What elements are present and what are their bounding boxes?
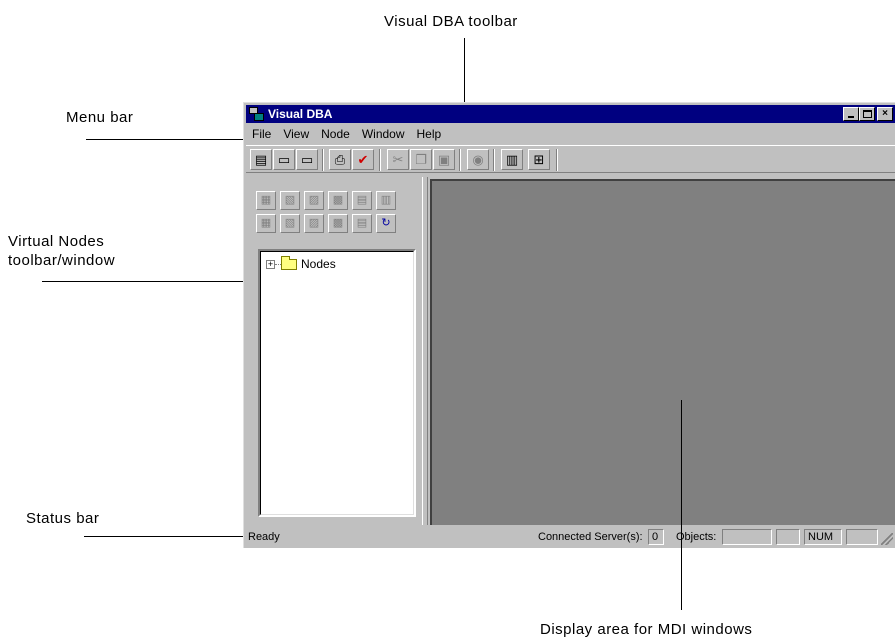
refresh-node-button[interactable]: ▩ [328,214,348,233]
drop-node-button[interactable]: ▨ [304,191,324,210]
maximize-button[interactable] [859,107,875,121]
copy-icon: ❐ [415,152,427,167]
toolbar-separator [493,149,495,171]
menu-bar: File View Node Window Help [246,125,895,143]
save-button[interactable]: ▭ [296,149,318,170]
force-refresh-button[interactable]: ▤ [352,214,372,233]
window-icon: ▥ [505,152,519,167]
connected-servers-value: 0 [648,529,664,545]
find-button[interactable]: ◉ [467,149,489,170]
resize-grip-icon[interactable] [881,533,893,545]
toolbar-separator [379,149,381,171]
print-button[interactable]: ⎙ [329,149,351,170]
new-button[interactable]: ▤ [250,149,272,170]
tree-item-label: Nodes [301,257,336,271]
connect-button[interactable]: ▩ [328,191,348,210]
tile-button[interactable]: ⊞ [528,149,550,170]
connect-icon: ▩ [332,194,344,206]
menu-file[interactable]: File [246,125,277,143]
pane-splitter[interactable] [422,177,428,525]
ipm-icon: ▦ [260,217,272,229]
save-icon: ▭ [300,152,314,167]
close-button[interactable]: × [877,107,893,121]
add-node-icon: ▦ [260,194,272,206]
monitor-button[interactable]: ▥ [376,191,396,210]
paste-button[interactable]: ▣ [433,149,455,170]
refresh-node-icon: ▩ [332,217,344,229]
new-icon: ▤ [254,152,268,167]
menu-node[interactable]: Node [315,125,356,143]
app-icon[interactable] [249,107,264,121]
find-icon: ◉ [472,152,484,167]
check-button[interactable]: ✔ [352,149,374,170]
maximize-icon [863,110,872,118]
objects-label: Objects: [676,531,717,543]
expand-icon[interactable]: + [266,259,275,269]
virtual-nodes-callout-line1: Virtual Nodes [8,233,105,250]
folder-icon [281,255,297,270]
query-button[interactable]: ▨ [304,214,324,233]
open-icon: ▭ [277,152,291,167]
paste-icon: ▣ [437,152,451,167]
sql-button[interactable]: ▤ [352,191,372,210]
ipm-button[interactable]: ▦ [256,214,276,233]
copy-button[interactable]: ❐ [410,149,432,170]
display-area-callout: Display area for MDI windows [540,621,753,638]
sql-icon: ▤ [356,194,368,206]
toolbar-separator [556,149,558,171]
visual-dba-toolbar-callout: Visual DBA toolbar [384,13,518,30]
menu-window[interactable]: Window [356,125,411,143]
dom-button[interactable]: ▧ [280,214,300,233]
display-area-leader [681,400,682,610]
refresh-button[interactable]: ↻ [376,214,396,233]
status-bar-leader [84,536,246,537]
menu-bar-leader [86,139,246,140]
cut-icon: ✂ [392,152,404,167]
status-bar: Ready Connected Server(s): 0 Objects: NU… [246,527,895,547]
toolbar-separator [459,149,461,171]
mdi-display-area[interactable] [430,179,895,525]
menu-view[interactable]: View [277,125,315,143]
tree-item-nodes[interactable]: + Nodes [266,255,336,271]
status-field-blank-2 [846,529,878,545]
dom-icon: ▧ [284,217,296,229]
visual-dba-window: Visual DBA × File View Node Window Help … [243,102,895,548]
status-bar-callout: Status bar [26,510,100,527]
refresh-icon: ↻ [381,217,391,229]
alter-node-button[interactable]: ▧ [280,191,300,210]
query-icon: ▨ [308,217,320,229]
nodes-tree[interactable]: + Nodes [258,249,416,517]
title-bar[interactable]: Visual DBA × [246,105,895,123]
menu-bar-callout: Menu bar [66,109,134,126]
print-icon: ⎙ [334,152,346,167]
virtual-nodes-callout-line2: toolbar/window [8,252,116,269]
window-title: Visual DBA [268,107,333,121]
drop-node-icon: ▨ [308,194,320,206]
check-icon: ✔ [357,152,369,167]
virtual-nodes-window: ▦ ▧ ▨ ▩ ▤ ▥ ▦ ▧ ▨ ▩ ▤ ↻ + Nodes [246,177,421,525]
toolbar-separator [322,149,324,171]
objects-value [722,529,772,545]
status-text: Ready [248,531,280,543]
window-button[interactable]: ▥ [501,149,523,170]
cut-button[interactable]: ✂ [387,149,409,170]
connected-servers-label: Connected Server(s): [538,531,643,543]
tile-icon: ⊞ [533,152,545,167]
close-icon: × [882,108,888,119]
num-lock-indicator: NUM [804,529,842,545]
status-field-blank [776,529,800,545]
visual-dba-toolbar: ▤ ▭ ▭ ⎙ ✔ ✂ ❐ ▣ ◉ ▥ ⊞ [246,145,895,173]
minimize-icon [848,116,854,118]
menu-help[interactable]: Help [411,125,448,143]
add-node-button[interactable]: ▦ [256,191,276,210]
force-refresh-icon: ▤ [356,217,368,229]
minimize-button[interactable] [843,107,859,121]
virtual-nodes-toolbar: ▦ ▧ ▨ ▩ ▤ ▥ ▦ ▧ ▨ ▩ ▤ ↻ [256,191,406,239]
alter-node-icon: ▧ [284,194,296,206]
monitor-icon: ▥ [380,194,392,206]
open-button[interactable]: ▭ [273,149,295,170]
